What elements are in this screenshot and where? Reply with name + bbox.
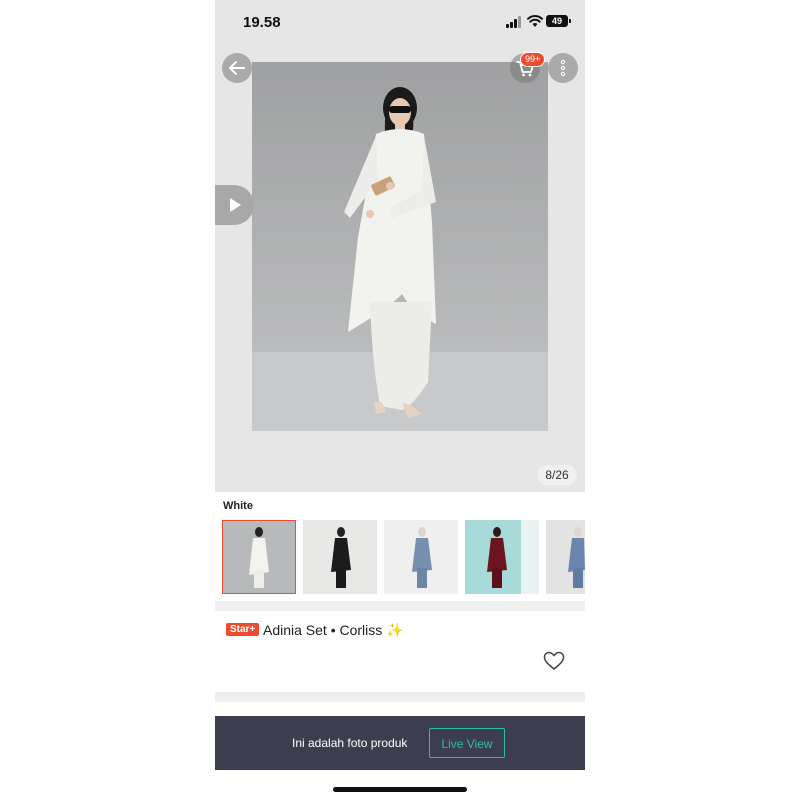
- product-image-gallery[interactable]: 99+ 8/26: [215, 44, 585, 492]
- signal-icon: [506, 16, 522, 28]
- banner-text: Ini adalah foto produk: [292, 736, 408, 750]
- status-time: 19.58: [243, 14, 281, 31]
- play-video-button[interactable]: [215, 185, 254, 225]
- heart-icon[interactable]: [543, 651, 565, 671]
- wifi-icon: [527, 14, 543, 27]
- variation-thumbnails: [222, 520, 585, 594]
- variation-thumbnail-blue[interactable]: [384, 520, 458, 594]
- image-page-counter: 8/26: [537, 465, 577, 485]
- product-title: Adinia Set • Corliss ✨: [263, 622, 404, 638]
- variation-thumbnail-denim[interactable]: [546, 520, 585, 594]
- product-title-row: Star+ Adinia Set • Corliss ✨: [226, 621, 576, 641]
- product-photo[interactable]: [252, 62, 548, 431]
- star-plus-badge: Star+: [226, 623, 260, 636]
- product-photo-banner: Ini adalah foto produk Live View: [215, 716, 585, 770]
- cart-count-badge: 99+: [520, 52, 546, 67]
- more-vertical-icon: [560, 59, 566, 77]
- back-arrow-icon: [229, 61, 245, 75]
- home-indicator[interactable]: [333, 787, 467, 792]
- variation-label: White: [223, 500, 253, 512]
- more-options-button[interactable]: [548, 53, 578, 83]
- section-divider-2: [215, 692, 585, 702]
- section-divider: [215, 601, 585, 611]
- variation-thumbnail-black[interactable]: [303, 520, 377, 594]
- back-button[interactable]: [222, 53, 252, 83]
- variation-thumbnail-maroon[interactable]: [465, 520, 539, 594]
- status-bar: 19.58 49: [215, 0, 585, 44]
- phone-screen: 19.58 49 99+ 8/26 White Star+ Adinia Set…: [215, 0, 585, 800]
- live-view-button[interactable]: Live View: [429, 728, 505, 758]
- battery-icon: 49: [546, 15, 571, 27]
- play-icon: [230, 198, 241, 212]
- variation-thumbnail-white[interactable]: [222, 520, 296, 594]
